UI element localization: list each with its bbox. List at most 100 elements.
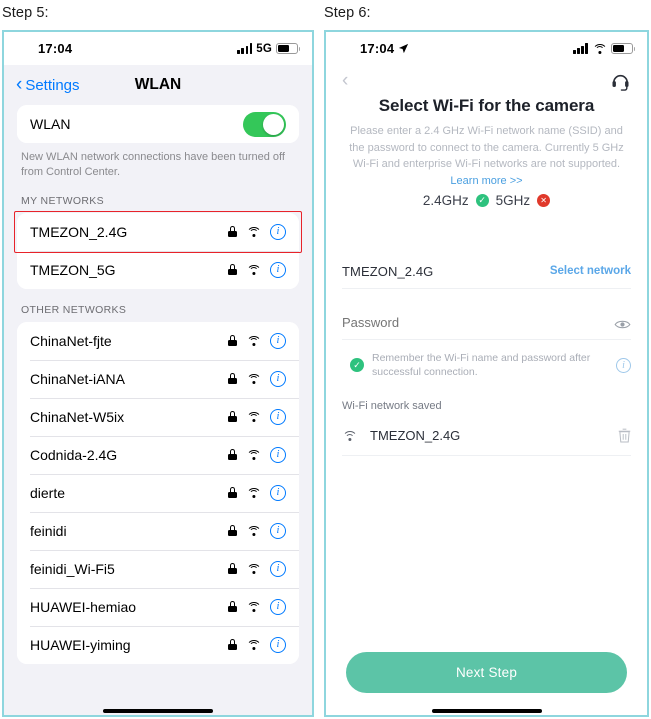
network-name: Codnida-2.4G <box>30 446 118 463</box>
network-row[interactable]: HUAWEI-yiming i <box>17 625 299 664</box>
saved-networks-section: Wi-Fi network saved TMEZON_2.4G <box>326 400 647 456</box>
network-name: feinidi <box>30 522 67 539</box>
wifi-icon <box>246 525 261 537</box>
battery-icon <box>611 43 636 54</box>
cross-circle-icon: ✕ <box>537 194 551 207</box>
network-row-icons: i <box>228 636 286 653</box>
wlan-toggle-row[interactable]: WLAN <box>17 105 299 143</box>
network-name: dierte <box>30 484 66 501</box>
info-icon[interactable]: i <box>270 484 286 501</box>
wifi-icon <box>246 487 261 499</box>
info-icon[interactable]: i <box>270 522 286 539</box>
screenshot-root: Step 5: Step 6: 17:04 5G ‹ Settings WLAN <box>0 0 651 719</box>
network-name: TMEZON_2.4G <box>30 223 128 240</box>
network-row[interactable]: ChinaNet-fjte i <box>17 321 299 360</box>
lock-icon <box>228 525 237 537</box>
network-row-icons: i <box>228 261 286 278</box>
camera-wifi-setup-screen: ‹ Select Wi-Fi for the camera Please ent… <box>326 65 647 715</box>
wlan-toggle-switch[interactable] <box>243 111 286 137</box>
app-navigation-bar: ‹ <box>326 65 647 95</box>
info-icon[interactable]: i <box>270 636 286 653</box>
lock-icon <box>228 601 237 613</box>
info-icon[interactable]: i <box>270 408 286 425</box>
network-row-icons: i <box>228 332 286 349</box>
lock-icon <box>228 226 237 238</box>
home-indicator <box>431 708 542 713</box>
status-bar-left: 17:04 5G <box>4 32 312 65</box>
description-text: Please enter a 2.4 GHz Wi-Fi network nam… <box>349 125 624 170</box>
wifi-status-icon <box>592 43 607 54</box>
next-step-button[interactable]: Next Step <box>346 652 627 693</box>
network-row[interactable]: feinidi i <box>17 511 299 550</box>
network-row-icons: i <box>228 223 286 240</box>
network-row-tmezon-5g[interactable]: TMEZON_5G i <box>17 250 299 289</box>
info-icon[interactable]: i <box>270 370 286 387</box>
status-time-text: 17:04 <box>360 41 395 56</box>
back-button-label: Settings <box>25 76 80 94</box>
network-row[interactable]: ChinaNet-W5ix i <box>17 397 299 436</box>
home-indicator <box>103 708 213 713</box>
wifi-icon <box>246 373 261 385</box>
status-indicators: 5G <box>237 43 301 55</box>
network-row-icons: i <box>228 446 286 463</box>
navigation-bar: ‹ Settings WLAN <box>4 65 312 105</box>
info-icon[interactable]: i <box>270 223 286 240</box>
checkbox-checked-icon[interactable]: ✓ <box>350 358 364 373</box>
info-icon[interactable]: i <box>270 560 286 577</box>
frequency-support-row: 2.4GHz ✓ 5GHz ✕ <box>326 193 647 208</box>
info-icon[interactable]: i <box>270 332 286 349</box>
lock-icon <box>228 639 237 651</box>
chevron-left-icon: ‹ <box>16 73 23 95</box>
my-networks-header: MY NETWORKS <box>21 194 104 207</box>
network-row[interactable]: dierte i <box>17 473 299 512</box>
network-row[interactable]: Codnida-2.4G i <box>17 435 299 474</box>
network-row[interactable]: feinidi_Wi-Fi5 i <box>17 549 299 588</box>
wifi-icon <box>246 411 261 423</box>
action-button-area: Next Step <box>326 652 647 715</box>
my-networks-list: TMEZON_2.4G i TMEZON_5G i <box>17 212 299 289</box>
ssid-value[interactable]: TMEZON_2.4G <box>342 264 550 279</box>
wlan-toggle-label: WLAN <box>30 116 71 132</box>
network-name: HUAWEI-yiming <box>30 636 131 653</box>
info-icon[interactable]: i <box>270 261 286 278</box>
saved-network-row[interactable]: TMEZON_2.4G <box>342 421 631 456</box>
check-circle-icon: ✓ <box>475 194 489 207</box>
info-icon[interactable]: i <box>270 446 286 463</box>
settings-scroll-area[interactable]: WLAN New WLAN network connections have b… <box>4 105 312 715</box>
back-to-settings-button[interactable]: ‹ Settings <box>16 73 80 95</box>
status-bar-right: 17:04 <box>326 32 647 65</box>
screen-title: Select Wi-Fi for the camera <box>378 96 595 115</box>
info-icon[interactable]: i <box>616 357 631 373</box>
wlan-toggle-card: WLAN <box>17 105 299 143</box>
network-row-tmezon-24g[interactable]: TMEZON_2.4G i <box>17 212 299 251</box>
network-row-icons: i <box>228 408 286 425</box>
location-arrow-icon <box>399 43 409 54</box>
delete-trash-icon[interactable] <box>618 428 631 443</box>
back-button[interactable]: ‹ <box>342 71 348 90</box>
remember-credentials-row[interactable]: ✓ Remember the Wi-Fi name and password a… <box>342 340 631 380</box>
screen-description: Please enter a 2.4 GHz Wi-Fi network nam… <box>326 123 647 189</box>
wifi-icon <box>246 264 261 276</box>
learn-more-link[interactable]: Learn more >> <box>450 175 522 187</box>
wifi-icon <box>246 226 261 238</box>
lock-icon <box>228 487 237 499</box>
network-row-icons: i <box>228 560 286 577</box>
status-time: 17:04 <box>38 41 73 56</box>
lock-icon <box>228 264 237 276</box>
network-row-icons: i <box>228 484 286 501</box>
wifi-icon <box>246 639 261 651</box>
password-input[interactable] <box>342 314 614 330</box>
toggle-password-visibility-icon[interactable] <box>614 317 631 328</box>
network-row[interactable]: ChinaNet-iANA i <box>17 359 299 398</box>
select-network-button[interactable]: Select network <box>550 265 631 277</box>
step-6-caption: Step 6: <box>324 5 371 21</box>
network-row[interactable]: HUAWEI-hemiao i <box>17 587 299 626</box>
support-headset-icon[interactable] <box>610 70 631 91</box>
ssid-row: TMEZON_2.4G Select network <box>342 254 631 289</box>
status-time: 17:04 <box>360 41 409 56</box>
saved-networks-header: Wi-Fi network saved <box>342 399 442 412</box>
network-row-icons: i <box>228 370 286 387</box>
info-icon[interactable]: i <box>270 598 286 615</box>
cellular-signal-icon <box>573 43 588 54</box>
network-name: feinidi_Wi-Fi5 <box>30 560 115 577</box>
